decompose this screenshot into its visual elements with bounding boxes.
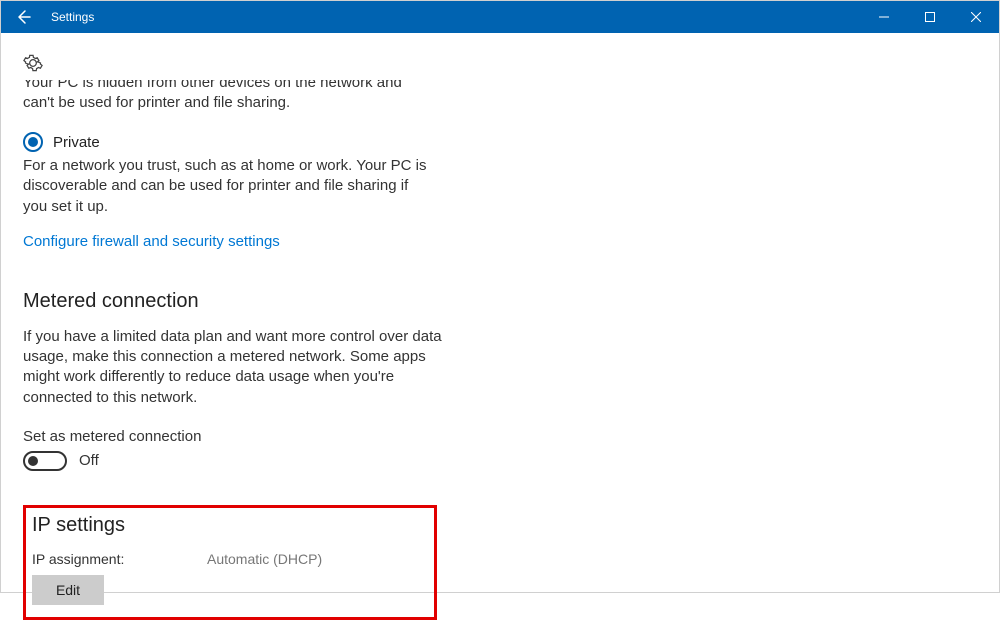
private-radio-label: Private (53, 134, 100, 151)
metered-connection-description: If you have a limited data plan and want… (23, 327, 443, 408)
close-icon (971, 12, 981, 22)
window-title: Settings (51, 10, 94, 24)
metered-connection-heading: Metered connection (23, 290, 977, 313)
window-controls (861, 1, 999, 33)
content-area: Your PC is hidden from other devices on … (1, 33, 999, 640)
radio-selected-icon (23, 132, 43, 152)
minimize-button[interactable] (861, 1, 907, 33)
metered-toggle[interactable] (23, 451, 67, 471)
edit-button[interactable]: Edit (32, 575, 104, 605)
public-network-description-clipped: Your PC is hidden from other devices on … (23, 80, 977, 116)
metered-toggle-row: Off (23, 451, 977, 471)
maximize-button[interactable] (907, 1, 953, 33)
metered-toggle-state: Off (79, 452, 99, 469)
gear-icon (23, 53, 43, 73)
private-network-description: For a network you trust, such as at home… (23, 156, 433, 217)
settings-gear-row (23, 53, 977, 76)
ip-assignment-label: IP assignment: (32, 551, 207, 567)
metered-toggle-label: Set as metered connection (23, 428, 977, 445)
toggle-knob-icon (28, 456, 38, 466)
ip-assignment-row: IP assignment: Automatic (DHCP) (32, 551, 424, 567)
ip-settings-heading: IP settings (32, 514, 424, 537)
public-network-description: Your PC is hidden from other devices on … (23, 80, 433, 114)
ip-settings-highlight-box: IP settings IP assignment: Automatic (DH… (23, 505, 437, 620)
firewall-settings-link[interactable]: Configure firewall and security settings (23, 233, 280, 250)
back-button[interactable] (1, 1, 45, 33)
titlebar: Settings (1, 1, 999, 33)
private-radio-row[interactable]: Private (23, 132, 977, 152)
close-button[interactable] (953, 1, 999, 33)
maximize-icon (925, 12, 935, 22)
minimize-icon (879, 12, 889, 22)
back-arrow-icon (15, 9, 31, 25)
ip-assignment-value: Automatic (DHCP) (207, 551, 322, 567)
